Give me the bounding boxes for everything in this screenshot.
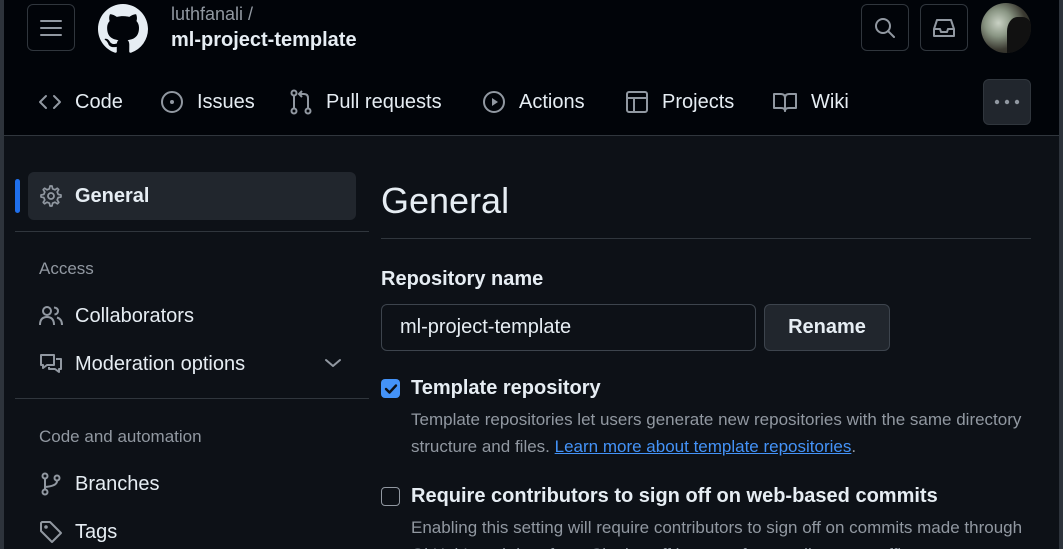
inbox-icon — [933, 18, 955, 37]
repo-owner-link[interactable]: luthfanali / — [171, 4, 253, 25]
tab-pull-requests[interactable]: Pull requests — [289, 86, 442, 118]
tab-label: Wiki — [811, 90, 849, 113]
learn-more-template-link[interactable]: Learn more about template repositories — [555, 437, 852, 456]
sidebar-divider — [15, 398, 369, 399]
gear-icon — [40, 185, 62, 207]
signoff-checkbox[interactable] — [381, 487, 400, 506]
signoff-description: Enabling this setting will require contr… — [411, 518, 1023, 549]
sidebar-item-tags[interactable]: Tags — [39, 516, 117, 548]
rename-button[interactable]: Rename — [764, 304, 890, 351]
inbox-button[interactable] — [920, 4, 968, 51]
search-icon — [875, 17, 895, 38]
sidebar-heading-code-automation: Code and automation — [39, 427, 202, 446]
more-tabs-button[interactable] — [983, 79, 1031, 125]
user-avatar[interactable] — [981, 3, 1031, 53]
template-repo-description: Template repositories let users generate… — [411, 406, 1031, 460]
repo-name-input[interactable] — [381, 304, 756, 351]
chevron-down-icon[interactable] — [323, 357, 343, 369]
template-desc-end: . — [851, 437, 857, 456]
tab-projects[interactable]: Projects — [625, 86, 734, 118]
tag-icon — [40, 521, 62, 543]
tab-issues[interactable]: Issues — [160, 86, 255, 118]
repo-nav: Code Issues Pull requests Actions Projec… — [0, 78, 1063, 126]
sidebar-item-branches[interactable]: Branches — [39, 468, 160, 500]
sidebar-item-moderation-options[interactable]: Moderation options — [39, 348, 245, 380]
check-icon — [384, 383, 397, 394]
code-icon — [39, 95, 61, 109]
hamburger-menu-button[interactable] — [27, 4, 75, 51]
repo-name-link[interactable]: ml-project-template — [171, 29, 357, 52]
comment-discussion-icon — [40, 354, 62, 373]
sidebar-heading-access: Access — [39, 259, 94, 278]
tab-actions[interactable]: Actions — [482, 86, 585, 118]
git-branch-icon — [41, 472, 61, 496]
sidebar-item-label: Branches — [75, 472, 160, 495]
table-icon — [626, 91, 648, 113]
tab-label: Code — [75, 90, 123, 113]
search-button[interactable] — [861, 4, 909, 51]
tab-label: Pull requests — [326, 90, 442, 113]
kebab-horizontal-icon — [994, 99, 1020, 105]
repo-name-label: Repository name — [381, 268, 544, 290]
issue-opened-icon — [161, 91, 183, 113]
sidebar-item-label: General — [75, 184, 150, 207]
signoff-title: Require contributors to sign off on web-… — [411, 485, 938, 507]
sidebar-divider — [15, 231, 369, 232]
sidebar-item-general[interactable]: General — [28, 172, 356, 220]
tab-label: Projects — [662, 90, 735, 113]
sidebar-item-label: Tags — [75, 520, 118, 543]
page-title: General — [381, 180, 510, 221]
tab-wiki[interactable]: Wiki — [772, 86, 849, 118]
git-pull-request-icon — [290, 89, 312, 115]
people-icon — [39, 306, 63, 326]
tab-label: Issues — [197, 90, 255, 113]
active-indicator — [15, 179, 20, 213]
sidebar-item-label: Moderation options — [75, 352, 246, 375]
book-icon — [773, 93, 797, 112]
three-bars-icon — [40, 19, 62, 36]
play-icon — [483, 91, 505, 113]
sidebar-item-label: Collaborators — [75, 304, 194, 327]
tab-label: Actions — [519, 90, 585, 113]
sidebar-item-collaborators[interactable]: Collaborators — [39, 300, 194, 332]
title-divider — [381, 238, 1031, 239]
template-repo-title: Template repository — [411, 377, 601, 399]
github-logo-icon[interactable] — [98, 4, 148, 54]
template-repo-checkbox[interactable] — [381, 379, 400, 398]
tab-code[interactable]: Code — [38, 86, 123, 118]
